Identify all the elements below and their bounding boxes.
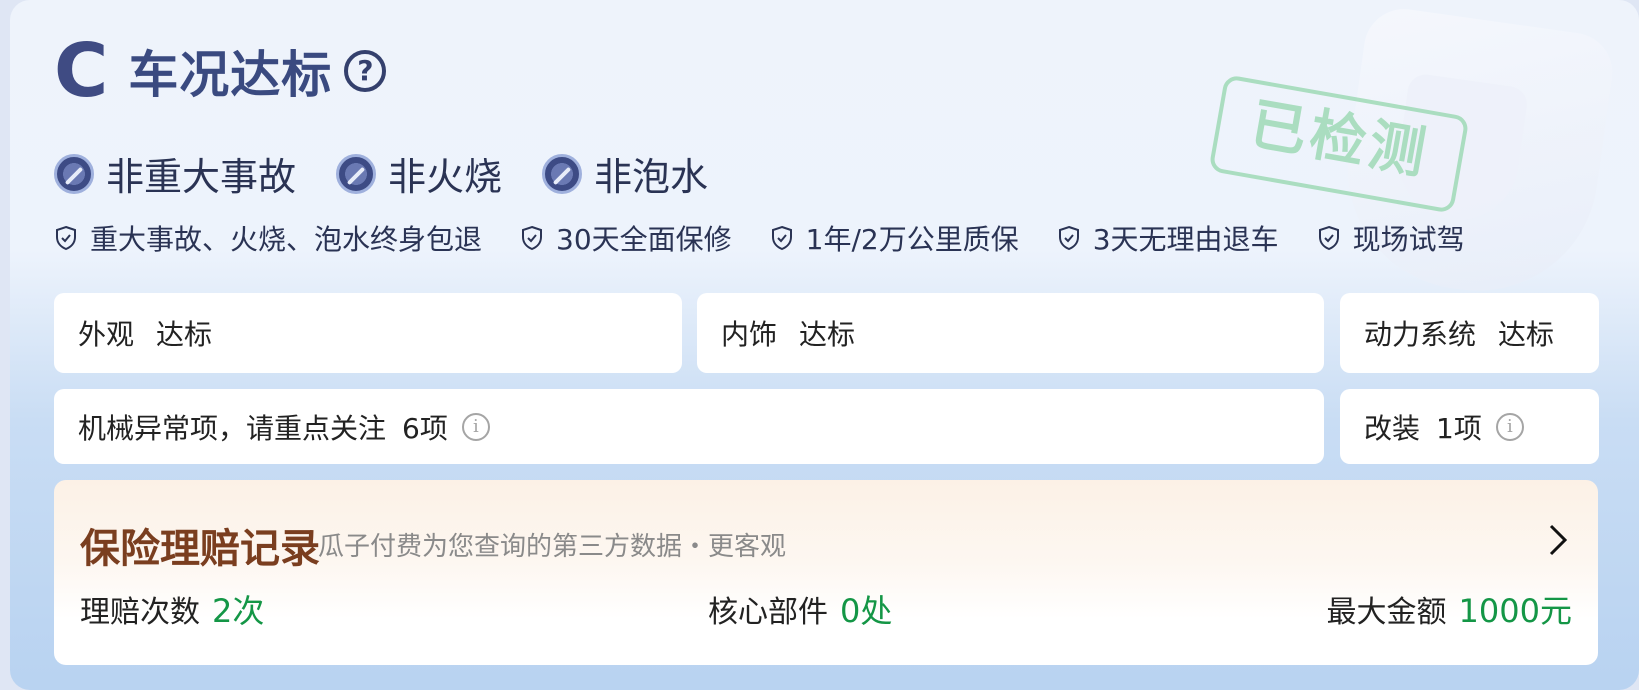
stat-label: 最大金额 (1326, 595, 1447, 630)
badge-row: 非重大事故 非火烧 非泡水 (54, 146, 748, 201)
chevron-right-icon[interactable] (1542, 522, 1572, 558)
check-label: 机械异常项，请重点关注 (78, 411, 387, 445)
check-value: 达标 (1498, 318, 1555, 351)
shield-check-icon (56, 225, 76, 251)
badge-label: 非重大事故 (106, 155, 297, 199)
header: C 车况达标 ? (54, 28, 387, 114)
guarantee-label: 3天无理由退车 (1092, 223, 1279, 256)
insurance-subtitle: 瓜子付费为您查询的第三方数据・更客观 (318, 532, 787, 562)
stat-label: 核心部件 (708, 595, 828, 630)
core-parts-stat: 核心部件 0处 (708, 586, 892, 632)
guarantee-label: 重大事故、火烧、泡水终身包退 (90, 223, 483, 256)
badge-no-water: 非泡水 (542, 146, 708, 201)
check-card-interior[interactable]: 内饰 达标 (697, 293, 1324, 373)
shield-check-icon (771, 225, 792, 251)
shield-check-icon (1058, 225, 1079, 251)
guarantee-item: 3天无理由退车 (1057, 218, 1279, 258)
check-card-mechanical[interactable]: 机械异常项，请重点关注 6项 i (54, 389, 1324, 464)
guarantee-row: 重大事故、火烧、泡水终身包退 30天全面保修 1年/2万公里质保 3天无理由退车… (54, 218, 1503, 258)
badge-no-fire: 非火烧 (336, 146, 502, 201)
check-label: 改装 (1364, 411, 1421, 445)
page-title: 车况达标 (128, 46, 333, 104)
check-value: 达标 (799, 318, 856, 351)
check-label: 动力系统 (1364, 318, 1477, 351)
grade-letter: C (54, 28, 109, 114)
guarantee-label: 30天全面保修 (556, 223, 732, 256)
guarantee-item: 1年/2万公里质保 (770, 218, 1019, 258)
no-accident-icon (54, 153, 94, 194)
help-icon[interactable]: ? (344, 50, 387, 92)
stat-value: 0处 (840, 592, 893, 630)
insurance-title: 保险理赔记录 (80, 526, 320, 572)
insurance-claims-card[interactable]: 保险理赔记录 瓜子付费为您查询的第三方数据・更客观 理赔次数 2次 核心部件 0… (54, 480, 1598, 665)
no-fire-icon (336, 153, 377, 194)
check-label: 内饰 (721, 318, 778, 351)
claims-count-stat: 理赔次数 2次 (80, 586, 264, 632)
guarantee-label: 1年/2万公里质保 (805, 223, 1019, 256)
max-amount-stat: 最大金额 1000元 (1327, 586, 1572, 632)
check-value: 1项 (1436, 411, 1482, 445)
guarantee-item: 现场试驾 (1317, 218, 1465, 258)
check-value: 达标 (156, 318, 213, 351)
check-card-exterior[interactable]: 外观 达标 (54, 293, 682, 373)
stat-value: 1000元 (1458, 592, 1572, 630)
info-icon[interactable]: i (1495, 412, 1524, 441)
check-value: 6项 (402, 411, 448, 445)
stat-value: 2次 (212, 592, 265, 630)
shield-check-icon (522, 225, 543, 251)
badge-label: 非泡水 (594, 155, 709, 199)
guarantee-label: 现场试驾 (1352, 223, 1465, 256)
badge-no-accident: 非重大事故 (54, 146, 296, 201)
check-card-modification[interactable]: 改装 1项 i (1340, 389, 1599, 464)
no-water-icon (542, 153, 583, 194)
badge-label: 非火烧 (388, 155, 503, 199)
check-card-power[interactable]: 动力系统 达标 (1340, 293, 1599, 373)
guarantee-item: 重大事故、火烧、泡水终身包退 (54, 218, 482, 258)
guarantee-item: 30天全面保修 (520, 218, 732, 258)
info-icon[interactable]: i (461, 412, 490, 441)
shield-check-icon (1318, 225, 1339, 251)
check-label: 外观 (78, 318, 135, 351)
stat-label: 理赔次数 (80, 595, 200, 630)
